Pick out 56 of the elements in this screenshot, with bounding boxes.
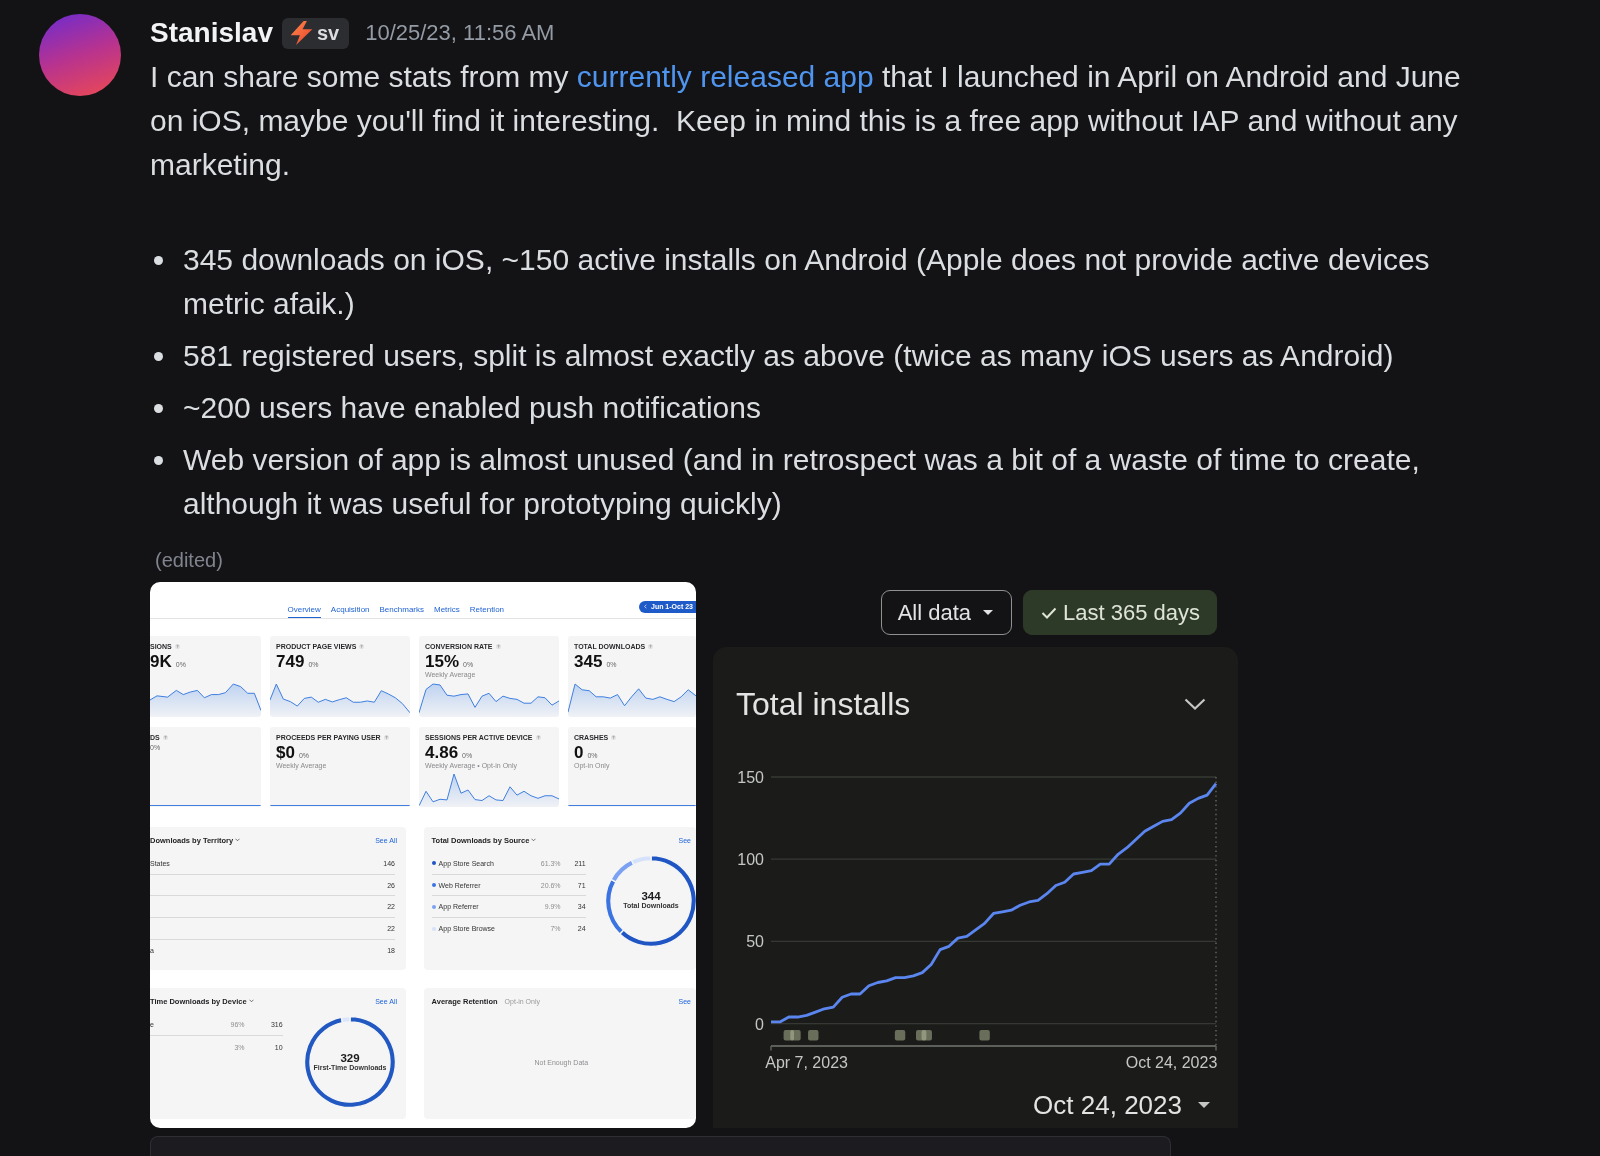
event-marker[interactable] bbox=[921, 1030, 932, 1041]
event-marker[interactable] bbox=[790, 1030, 801, 1041]
help-icon[interactable] bbox=[162, 735, 168, 740]
tab[interactable]: Overview bbox=[287, 582, 321, 618]
filter-chip[interactable]: Last 365 days bbox=[1023, 590, 1217, 635]
bullet-text: 345 downloads on iOS, ~150 active installs on Android (Apple does not provide active devices metric afaik.) bbox=[183, 242, 1431, 322]
help-icon[interactable] bbox=[174, 644, 180, 649]
date-selector[interactable]: Oct 24, 2023 bbox=[1033, 1088, 1210, 1122]
tag-text: sv bbox=[316, 21, 340, 45]
bullet-icon bbox=[154, 256, 163, 265]
caret-down-icon bbox=[983, 610, 993, 615]
help-icon[interactable] bbox=[535, 735, 541, 740]
bullet-text: ~200 users have enabled push notifications bbox=[183, 390, 762, 426]
event-marker[interactable] bbox=[808, 1030, 819, 1041]
bullet-icon bbox=[154, 352, 163, 361]
bullet-icon bbox=[154, 404, 163, 413]
y-axis-label: 100 bbox=[737, 851, 764, 869]
y-axis-label: 150 bbox=[737, 769, 764, 786]
y-axis-label: 50 bbox=[746, 933, 764, 951]
message-link[interactable]: currently released app bbox=[576, 59, 874, 93]
tab[interactable]: Retention bbox=[469, 582, 505, 618]
bullet-text: Web version of app is almost unused (and in retrospect was a bit of a waste of time to create, although it was useful for prototyping quickly) bbox=[183, 442, 1421, 522]
tab[interactable]: Metrics bbox=[434, 582, 460, 618]
x-axis-label: Apr 7, 2023 bbox=[765, 1054, 848, 1071]
x-axis-label: Oct 24, 2023 bbox=[1125, 1054, 1218, 1071]
bullet-icon bbox=[154, 456, 163, 465]
edited-label: (edited) bbox=[155, 548, 223, 572]
metric-value: 345 bbox=[574, 653, 603, 671]
metric-value: $0 bbox=[276, 744, 295, 762]
check-icon bbox=[1041, 606, 1057, 619]
timestamp: 10/25/23, 11:56 AM bbox=[365, 20, 555, 46]
y-axis-label: 0 bbox=[755, 1015, 764, 1033]
event-marker[interactable] bbox=[894, 1030, 906, 1041]
tab[interactable]: Benchmarks bbox=[379, 582, 424, 618]
metric-value: 749 bbox=[276, 653, 305, 671]
metric-value: 0 bbox=[574, 744, 584, 762]
help-icon[interactable] bbox=[359, 644, 365, 649]
metric-value: 15% bbox=[425, 653, 460, 671]
bullet-text: 581 registered users, split is almost exactly as above (twice as many iOS users as Android) bbox=[183, 338, 1395, 374]
metric-value: 4.86 bbox=[425, 744, 459, 762]
caret-down-icon bbox=[1198, 1102, 1210, 1108]
donut-total: 344 bbox=[641, 890, 661, 902]
help-icon[interactable] bbox=[383, 735, 389, 740]
username[interactable]: Stanislav bbox=[150, 17, 273, 49]
chevron-left-icon bbox=[644, 604, 647, 609]
help-icon[interactable] bbox=[611, 735, 617, 740]
event-marker[interactable] bbox=[979, 1030, 990, 1041]
donut-total: 329 bbox=[340, 1052, 360, 1064]
help-icon[interactable] bbox=[648, 644, 654, 649]
event-marker[interactable] bbox=[783, 1030, 794, 1041]
metric-value: 9K bbox=[150, 653, 172, 671]
chart-title: Total installs bbox=[736, 685, 911, 724]
tab[interactable]: Acquisition bbox=[330, 582, 370, 618]
filter-dropdown[interactable]: All data bbox=[880, 590, 1012, 635]
message-text: I can share some stats from my currently released app that I launched in April on Android and June on iOS, maybe you'll find it interesting. Keep in mind this is a free app without IAP and without any marketing. bbox=[150, 58, 1462, 183]
help-icon[interactable] bbox=[495, 644, 501, 649]
